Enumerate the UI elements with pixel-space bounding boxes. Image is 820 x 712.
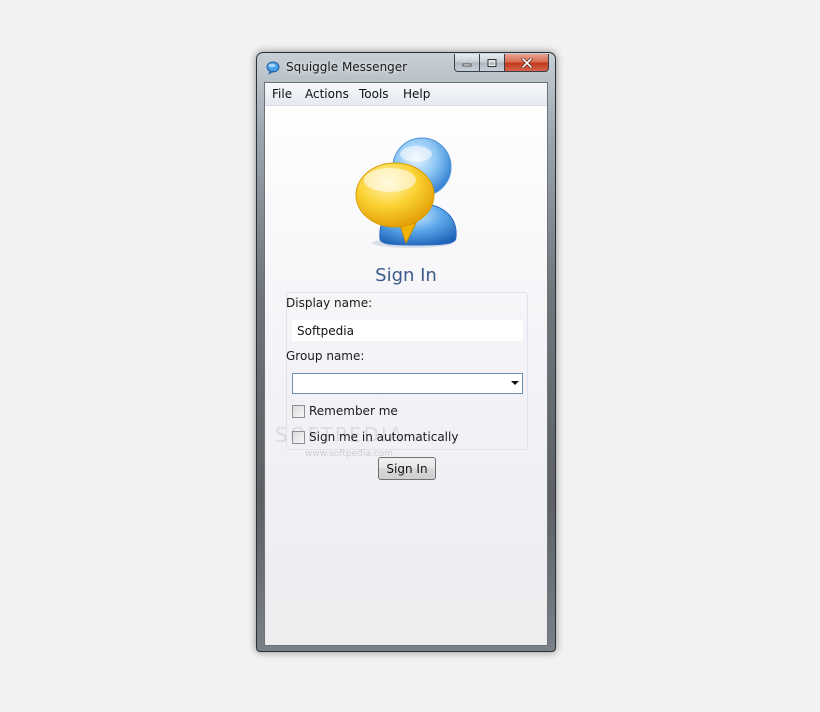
menu-tools[interactable]: Tools [359, 87, 389, 101]
caption-buttons [454, 54, 549, 73]
minimize-button[interactable] [454, 54, 480, 72]
group-name-dropdown[interactable] [292, 373, 523, 394]
menu-file[interactable]: File [272, 87, 292, 101]
minimize-icon [462, 63, 472, 66]
menu-actions[interactable]: Actions [305, 87, 349, 101]
chevron-down-icon[interactable] [511, 381, 519, 385]
maximize-icon [487, 58, 497, 67]
chat-bubble-icon [266, 61, 280, 75]
client-area: File Actions Tools Help Sign In Display … [264, 82, 548, 646]
menu-bar: File Actions Tools Help [265, 83, 547, 106]
sign-in-form [286, 292, 528, 450]
maximize-button[interactable] [480, 54, 505, 72]
group-name-label: Group name: [286, 349, 365, 363]
auto-sign-in-checkbox[interactable] [292, 431, 305, 444]
remember-me-label[interactable]: Remember me [309, 404, 398, 418]
close-button[interactable] [505, 54, 549, 72]
sign-in-button[interactable]: Sign In [378, 457, 436, 480]
messenger-logo-icon [355, 137, 457, 248]
auto-sign-in-label[interactable]: Sign me in automatically [309, 430, 458, 444]
sign-in-heading: Sign In [375, 265, 437, 286]
menu-help[interactable]: Help [403, 87, 430, 101]
remember-me-checkbox[interactable] [292, 405, 305, 418]
display-name-label: Display name: [286, 296, 373, 310]
window-title: Squiggle Messenger [286, 60, 408, 74]
close-icon [521, 57, 532, 68]
app-window: Squiggle Messenger File Actions Tools He… [256, 52, 556, 652]
title-bar[interactable]: Squiggle Messenger [257, 53, 555, 81]
display-name-input[interactable] [292, 320, 523, 341]
